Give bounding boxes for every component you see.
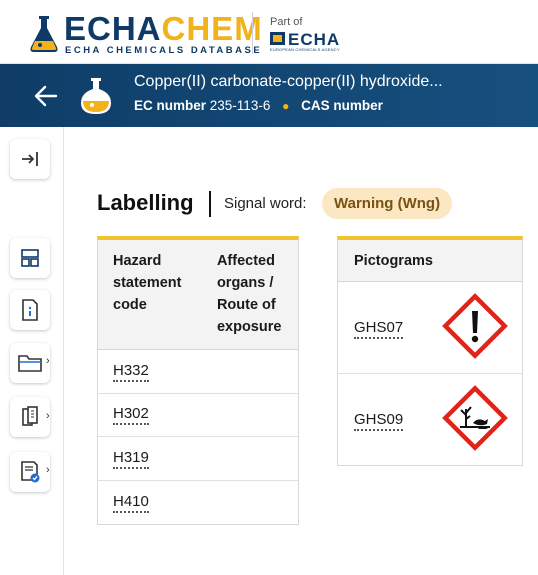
- info-document-button[interactable]: [10, 290, 50, 330]
- exclamation-mark-pictogram-icon: [442, 293, 508, 359]
- hazard-code-link[interactable]: H302: [113, 404, 149, 426]
- ec-number-value: 235-113-6: [209, 98, 271, 113]
- logo-echa-text: ECHA: [64, 10, 162, 47]
- layout-button[interactable]: [10, 238, 50, 278]
- signal-word-badge: Warning (Wng): [322, 188, 453, 219]
- echa-agency-subtitle: EUROPEAN CHEMICALS AGENCY: [270, 47, 340, 52]
- ec-number-label: EC number: [134, 98, 207, 113]
- pictograms-header: Pictograms: [338, 240, 522, 282]
- pictogram-code-link[interactable]: GHS07: [354, 318, 404, 339]
- table-header: Hazard statement code Affected organs / …: [98, 240, 298, 350]
- chevron-right-icon[interactable]: ›: [46, 410, 50, 422]
- echachem-logo[interactable]: ECHACHEM: [64, 12, 263, 45]
- pictogram-code-link[interactable]: GHS09: [354, 410, 404, 431]
- substance-identifiers: EC number 235-113-6 ● CAS number: [134, 98, 383, 113]
- hazard-statements-table: Hazard statement code Affected organs / …: [97, 236, 299, 525]
- table-row: H410: [98, 481, 298, 525]
- table-row: H332: [98, 350, 298, 394]
- certificate-button[interactable]: [10, 452, 50, 492]
- column-header-hazard-code: Hazard statement code: [113, 253, 182, 313]
- info-document-icon: [22, 299, 38, 321]
- brand-divider: [252, 12, 253, 54]
- echa-mark-icon: [270, 32, 285, 45]
- chevron-right-icon[interactable]: ›: [46, 464, 50, 476]
- title-separator: [209, 191, 211, 217]
- folder-button[interactable]: [10, 343, 50, 383]
- logo-subtitle: ECHA CHEMICALS DATABASE: [65, 45, 263, 56]
- hazard-code-link[interactable]: H332: [113, 361, 149, 382]
- back-arrow-icon[interactable]: [34, 84, 58, 108]
- section-title-labelling: Labelling: [97, 190, 194, 215]
- part-of-label: Part of: [270, 16, 303, 28]
- table-row: H319: [98, 437, 298, 481]
- table-row: H302: [98, 394, 298, 437]
- left-sidebar: › › ›: [0, 127, 64, 575]
- certificate-icon: [21, 461, 40, 483]
- hazard-code-link[interactable]: H319: [113, 448, 149, 469]
- layout-icon: [21, 249, 39, 267]
- table-row: GHS09: [338, 374, 522, 465]
- documents-button[interactable]: [10, 397, 50, 437]
- substance-title: Copper(II) carbonate-copper(II) hydroxid…: [134, 73, 443, 90]
- signal-word-label: Signal word:: [224, 195, 307, 212]
- environment-pictogram-icon: [442, 385, 508, 451]
- cas-number-label: CAS number: [301, 98, 383, 113]
- column-header-affected-organs: Affected organs / Route of exposure: [216, 253, 282, 335]
- separator-dot-icon: ●: [282, 99, 290, 113]
- folder-icon: [18, 355, 42, 372]
- table-row: GHS07: [338, 282, 522, 374]
- top-brand-bar: ECHACHEM ECHA CHEMICALS DATABASE Part of…: [0, 0, 538, 64]
- expand-sidebar-button[interactable]: [10, 139, 50, 179]
- substance-flask-icon: [81, 78, 111, 114]
- echa-agency-logo[interactable]: ECHA EUROPEAN CHEMICALS AGENCY: [270, 30, 350, 54]
- chevron-right-icon[interactable]: ›: [46, 355, 50, 367]
- pictograms-table: Pictograms GHS07 GHS09: [337, 236, 523, 466]
- expand-sidebar-icon: [22, 152, 38, 166]
- logo-chem-text: CHEM: [161, 10, 263, 47]
- hazard-code-link[interactable]: H410: [113, 492, 149, 513]
- flask-logo-icon: [30, 16, 58, 52]
- documents-icon: [22, 406, 38, 426]
